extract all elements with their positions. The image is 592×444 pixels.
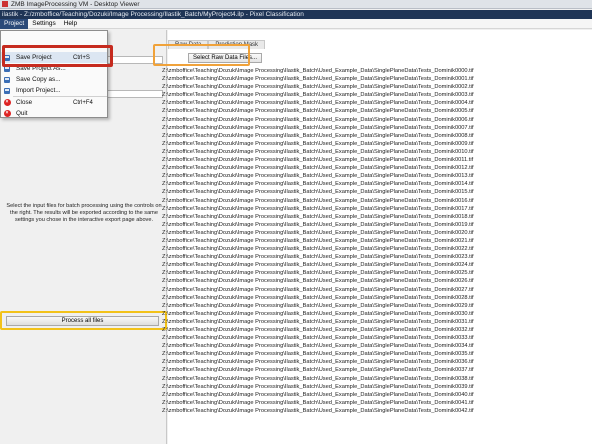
file-list-item[interactable]: Z:\zmboffice\Teaching\Dozuki\Image Proce… (162, 237, 592, 245)
file-list-item[interactable]: Z:\zmboffice\Teaching\Dozuki\Image Proce… (162, 269, 592, 277)
file-list-item[interactable]: Z:\zmboffice\Teaching\Dozuki\Image Proce… (162, 140, 592, 148)
file-list-item[interactable]: Z:\zmboffice\Teaching\Dozuki\Image Proce… (162, 253, 592, 261)
file-list-item[interactable]: Z:\zmboffice\Teaching\Dozuki\Image Proce… (162, 277, 592, 285)
menu-item-shortcut: Ctrl+F4 (73, 99, 93, 106)
file-list-item[interactable]: Z:\zmboffice\Teaching\Dozuki\Image Proce… (162, 221, 592, 229)
vm-app-icon (2, 1, 8, 7)
app-title: ilastik - Z:/zmboffice/Teaching/Dozuki/I… (2, 11, 304, 18)
file-list-item[interactable]: Z:\zmboffice\Teaching\Dozuki\Image Proce… (162, 358, 592, 366)
save-project-highlight (2, 45, 113, 67)
save-copy-disk-icon (4, 76, 10, 83)
file-list-item[interactable]: Z:\zmboffice\Teaching\Dozuki\Image Proce… (162, 91, 592, 99)
file-list-item[interactable]: Z:\zmboffice\Teaching\Dozuki\Image Proce… (162, 318, 592, 326)
file-list-item[interactable]: Z:\zmboffice\Teaching\Dozuki\Image Proce… (162, 75, 592, 83)
file-list-item[interactable]: Z:\zmboffice\Teaching\Dozuki\Image Proce… (162, 107, 592, 115)
file-list-item[interactable]: Z:\zmboffice\Teaching\Dozuki\Image Proce… (162, 172, 592, 180)
import-icon (4, 87, 10, 94)
file-list-item[interactable]: Z:\zmboffice\Teaching\Dozuki\Image Proce… (162, 261, 592, 269)
file-list-item[interactable]: Z:\zmboffice\Teaching\Dozuki\Image Proce… (162, 302, 592, 310)
file-list-item[interactable]: Z:\zmboffice\Teaching\Dozuki\Image Proce… (162, 245, 592, 253)
file-list-item[interactable]: Z:\zmboffice\Teaching\Dozuki\Image Proce… (162, 334, 592, 342)
file-list-item[interactable]: Z:\zmboffice\Teaching\Dozuki\Image Proce… (162, 83, 592, 91)
file-list-item[interactable]: Z:\zmboffice\Teaching\Dozuki\Image Proce… (162, 399, 592, 407)
file-list-item[interactable]: Z:\zmboffice\Teaching\Dozuki\Image Proce… (162, 156, 592, 164)
file-list-item[interactable]: Z:\zmboffice\Teaching\Dozuki\Image Proce… (162, 148, 592, 156)
outer-window-title: ZMB ImageProcessing VM - Desktop Viewer (11, 0, 140, 8)
menu-item-save-copy-as[interactable]: Save Copy as... (1, 74, 107, 85)
file-list-item[interactable]: Z:\zmboffice\Teaching\Dozuki\Image Proce… (162, 124, 592, 132)
file-list-item[interactable]: Z:\zmboffice\Teaching\Dozuki\Image Proce… (162, 350, 592, 358)
menu-item-quit[interactable]: × Quit (1, 108, 107, 119)
batch-instructions: Select the input files for batch process… (6, 203, 162, 223)
file-list-item[interactable]: Z:\zmboffice\Teaching\Dozuki\Image Proce… (162, 286, 592, 294)
close-icon: × (3, 99, 11, 106)
menu-item-label: Close (16, 99, 33, 106)
menu-settings[interactable]: Settings (28, 19, 60, 29)
file-list-item[interactable]: Z:\zmboffice\Teaching\Dozuki\Image Proce… (162, 366, 592, 374)
menu-item-label: Save Copy as... (16, 76, 61, 83)
outer-window-titlebar: ZMB ImageProcessing VM - Desktop Viewer (0, 0, 592, 9)
file-list-item[interactable]: Z:\zmboffice\Teaching\Dozuki\Image Proce… (162, 132, 592, 140)
select-raw-highlight (153, 44, 250, 66)
project-menu-dropdown: Save Project Ctrl+S Save Project As... S… (0, 30, 108, 118)
file-list-item[interactable]: Z:\zmboffice\Teaching\Dozuki\Image Proce… (162, 164, 592, 172)
process-all-files-button[interactable]: Process all files (6, 316, 159, 326)
menu-bar: Project Settings Help (0, 18, 592, 29)
file-list-item[interactable]: Z:\zmboffice\Teaching\Dozuki\Image Proce… (162, 116, 592, 124)
menu-project[interactable]: Project (0, 18, 29, 29)
file-list-item[interactable]: Z:\zmboffice\Teaching\Dozuki\Image Proce… (162, 407, 592, 415)
menu-item-import-project[interactable]: Import Project... (1, 85, 107, 96)
file-list-item[interactable]: Z:\zmboffice\Teaching\Dozuki\Image Proce… (162, 205, 592, 213)
file-list-item[interactable]: Z:\zmboffice\Teaching\Dozuki\Image Proce… (162, 213, 592, 221)
process-all-highlight: Process all files (0, 311, 167, 330)
file-list-item[interactable]: Z:\zmboffice\Teaching\Dozuki\Image Proce… (162, 383, 592, 391)
file-list-item[interactable]: Z:\zmboffice\Teaching\Dozuki\Image Proce… (162, 188, 592, 196)
file-list-item[interactable]: Z:\zmboffice\Teaching\Dozuki\Image Proce… (162, 375, 592, 383)
file-list-item[interactable]: Z:\zmboffice\Teaching\Dozuki\Image Proce… (162, 67, 592, 75)
menu-help[interactable]: Help (60, 19, 81, 29)
file-list-item[interactable]: Z:\zmboffice\Teaching\Dozuki\Image Proce… (162, 180, 592, 188)
menu-item-label: Quit (16, 110, 28, 117)
file-list-item[interactable]: Z:\zmboffice\Teaching\Dozuki\Image Proce… (162, 342, 592, 350)
file-list-item[interactable]: Z:\zmboffice\Teaching\Dozuki\Image Proce… (162, 294, 592, 302)
file-list-item[interactable]: Z:\zmboffice\Teaching\Dozuki\Image Proce… (162, 310, 592, 318)
file-list-item[interactable]: Z:\zmboffice\Teaching\Dozuki\Image Proce… (162, 229, 592, 237)
file-list: Z:\zmboffice\Teaching\Dozuki\Image Proce… (162, 67, 592, 415)
menu-item-close[interactable]: × Close Ctrl+F4 (1, 97, 107, 108)
file-list-item[interactable]: Z:\zmboffice\Teaching\Dozuki\Image Proce… (162, 99, 592, 107)
app-titlebar: ilastik - Z:/zmboffice/Teaching/Dozuki/I… (0, 10, 592, 19)
file-list-item[interactable]: Z:\zmboffice\Teaching\Dozuki\Image Proce… (162, 391, 592, 399)
quit-icon: × (3, 110, 11, 117)
menu-item-label: Import Project... (16, 87, 61, 94)
file-list-item[interactable]: Z:\zmboffice\Teaching\Dozuki\Image Proce… (162, 197, 592, 205)
file-list-item[interactable]: Z:\zmboffice\Teaching\Dozuki\Image Proce… (162, 326, 592, 334)
